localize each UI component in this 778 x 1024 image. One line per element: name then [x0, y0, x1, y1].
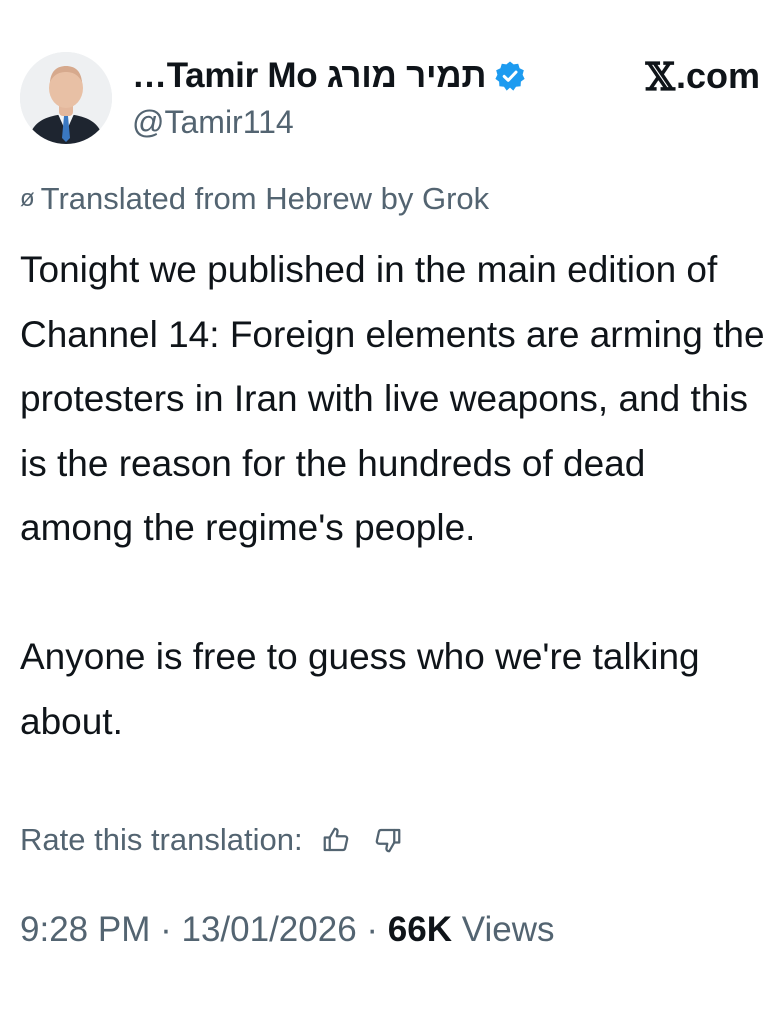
views-count: 66K [387, 910, 452, 949]
tweet-time[interactable]: 9:28 PM [20, 910, 150, 949]
name-row: …Tamir Mo תמיר מורג [132, 54, 526, 98]
rate-translation-row: Rate this translation: [20, 818, 403, 862]
tweet-paragraph-1: Tonight we published in the main edition… [20, 249, 765, 548]
views-label: Views [461, 910, 555, 949]
tweet-meta: 9:28 PM · 13/01/2026 · 66K Views [20, 910, 554, 950]
tweet-text: Tonight we published in the main edition… [20, 238, 765, 754]
translation-notice: ø Translated from Hebrew by Grok [20, 181, 489, 217]
translation-label: Translated from Hebrew by Grok [40, 181, 490, 216]
brand-link[interactable]: 𝕏 .com [645, 53, 760, 99]
tweet-header: …Tamir Mo תמיר מורג @Tamir114 𝕏 .com [20, 52, 760, 148]
display-name[interactable]: …Tamir Mo תמיר מורג [132, 56, 486, 96]
thumbs-up-icon[interactable] [321, 825, 351, 855]
tweet-date[interactable]: 13/01/2026 [181, 910, 356, 949]
verified-badge-icon [494, 60, 526, 92]
avatar-photo [20, 52, 112, 144]
meta-separator: · [366, 910, 379, 949]
avatar[interactable] [20, 52, 112, 144]
user-handle[interactable]: @Tamir114 [132, 104, 294, 141]
thumbs-down-icon[interactable] [373, 825, 403, 855]
meta-separator: · [160, 910, 172, 949]
rate-translation-label: Rate this translation: [20, 822, 303, 857]
globe-slash-icon: ø [20, 185, 35, 212]
brand-label: .com [675, 55, 760, 96]
tweet-paragraph-2: Anyone is free to guess who we're talkin… [20, 636, 700, 742]
x-logo-icon: 𝕏 [645, 53, 675, 99]
